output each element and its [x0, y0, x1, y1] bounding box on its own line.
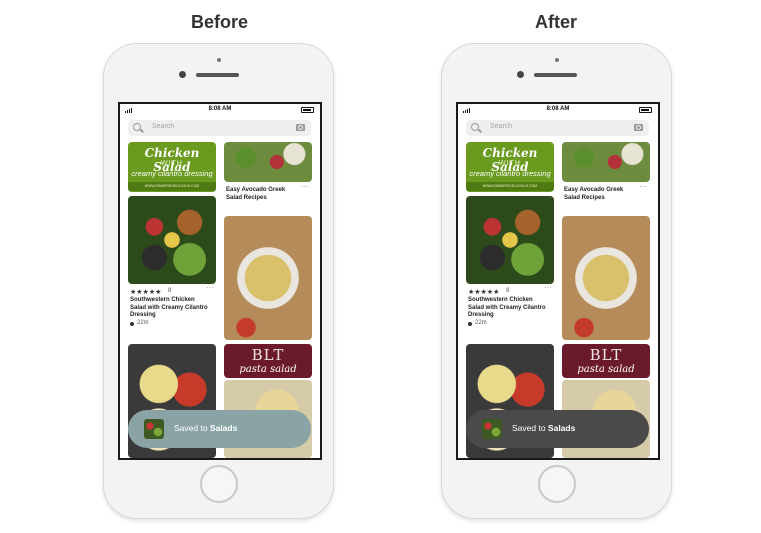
- sensor-dot: [517, 71, 524, 78]
- search-bar[interactable]: Search: [128, 120, 311, 136]
- pin-bowl-title[interactable]: Southwestern Chicken Salad with Creamy C…: [130, 297, 208, 320]
- rating-stars: ★★★★★: [468, 289, 500, 296]
- pin-avocado-salad[interactable]: [562, 142, 650, 182]
- pin-chicken-url: WWW.DINNERSDELICIOUS.COM: [128, 182, 216, 191]
- pin-avocado-title[interactable]: Easy Avocado Greek Salad Recipes: [564, 187, 634, 202]
- sensor-dot: [179, 71, 186, 78]
- saved-toast[interactable]: Saved to Salads: [466, 410, 649, 448]
- search-icon: [133, 123, 141, 131]
- clock-icon: [130, 322, 134, 326]
- search-placeholder: Search: [490, 123, 513, 130]
- status-bar: 8:08 AM: [120, 104, 320, 114]
- home-button[interactable]: [200, 465, 238, 503]
- pin-chicken-salad[interactable]: Chicken Salad WITH creamy cilantro dress…: [128, 142, 216, 192]
- pin-menu-button[interactable]: ···: [639, 183, 647, 191]
- battery-icon: [301, 107, 314, 113]
- search-icon: [471, 123, 479, 131]
- pin-bowl-title[interactable]: Southwestern Chicken Salad with Creamy C…: [468, 297, 546, 320]
- status-time: 8:08 AM: [546, 106, 570, 112]
- pin-blt-pasta-salad[interactable]: BLT pasta salad: [562, 344, 650, 378]
- pin-chicken-url: WWW.DINNERSDELICIOUS.COM: [466, 182, 554, 191]
- pin-menu-button[interactable]: ···: [206, 284, 214, 292]
- blt-title: BLT: [251, 346, 285, 364]
- pin-pasta-salad[interactable]: [224, 216, 312, 340]
- pin-bowl-time: 22m: [475, 320, 487, 326]
- toast-board-name[interactable]: Salads: [210, 423, 237, 433]
- home-button[interactable]: [538, 465, 576, 503]
- phone-before: 8:08 AM Search Chicken Salad WITH creamy…: [103, 43, 334, 519]
- camera-icon[interactable]: [634, 124, 643, 131]
- earpiece-speaker: [534, 73, 577, 77]
- after-label: After: [535, 12, 578, 32]
- pin-avocado-title[interactable]: Easy Avocado Greek Salad Recipes: [226, 187, 296, 202]
- pin-southwestern-bowl[interactable]: [128, 196, 216, 284]
- pin-bowl-time: 22m: [137, 320, 149, 326]
- pin-chicken-with: WITH: [499, 160, 521, 167]
- status-time: 8:08 AM: [208, 106, 232, 112]
- earpiece-speaker: [196, 73, 239, 77]
- pin-southwestern-bowl[interactable]: [466, 196, 554, 284]
- pin-avocado-salad[interactable]: [224, 142, 312, 182]
- screen: 8:08 AM Search Chicken Salad WITH creamy…: [456, 102, 660, 460]
- blt-title: BLT: [589, 346, 623, 364]
- rating-count: 8: [168, 288, 172, 294]
- toast-board-name[interactable]: Salads: [548, 423, 575, 433]
- rating-stars: ★★★★★: [130, 289, 162, 296]
- search-placeholder: Search: [152, 123, 175, 130]
- screen: 8:08 AM Search Chicken Salad WITH creamy…: [118, 102, 322, 460]
- phone-after: 8:08 AM Search Chicken Salad WITH creamy…: [441, 43, 672, 519]
- front-camera: [217, 58, 221, 62]
- toast-message: Saved to Salads: [174, 423, 238, 433]
- clock-icon: [468, 322, 472, 326]
- rating-count: 8: [506, 288, 510, 294]
- battery-icon: [639, 107, 652, 113]
- blt-subtitle: pasta salad: [577, 364, 635, 375]
- pin-chicken-dressing: creamy cilantro dressing: [469, 169, 551, 178]
- status-bar: 8:08 AM: [458, 104, 658, 114]
- blt-subtitle: pasta salad: [239, 364, 297, 375]
- pin-chicken-dressing: creamy cilantro dressing: [131, 169, 213, 178]
- before-label: Before: [191, 12, 249, 32]
- camera-icon[interactable]: [296, 124, 305, 131]
- saved-toast[interactable]: Saved to Salads: [128, 410, 311, 448]
- pin-chicken-with: WITH: [161, 160, 183, 167]
- toast-message: Saved to Salads: [512, 423, 576, 433]
- pin-menu-button[interactable]: ···: [301, 183, 309, 191]
- pin-blt-pasta-salad[interactable]: BLT pasta salad: [224, 344, 312, 378]
- pin-chicken-salad[interactable]: Chicken Salad WITH creamy cilantro dress…: [466, 142, 554, 192]
- toast-thumbnail: [144, 419, 164, 439]
- search-bar[interactable]: Search: [466, 120, 649, 136]
- front-camera: [555, 58, 559, 62]
- pin-menu-button[interactable]: ···: [544, 284, 552, 292]
- pin-pasta-salad[interactable]: [562, 216, 650, 340]
- toast-thumbnail: [482, 419, 502, 439]
